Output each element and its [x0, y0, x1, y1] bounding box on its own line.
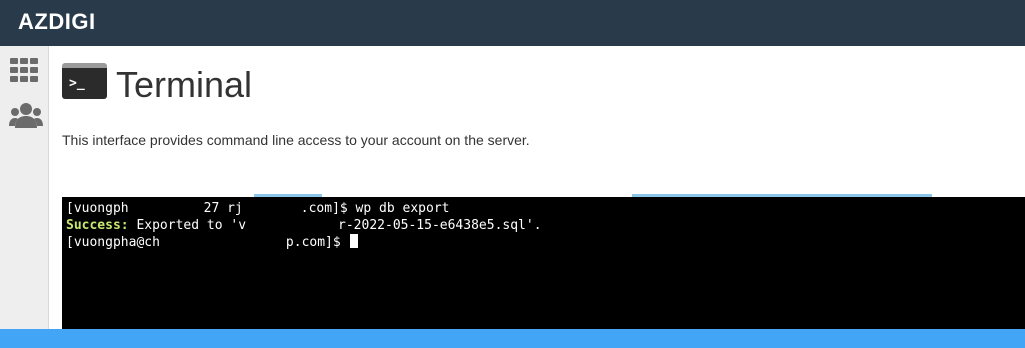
terminal-cursor — [349, 234, 358, 248]
output-text: Exported to 'v — [128, 218, 247, 233]
output-filename: r-2022-05-15-e6438e5.sql'. — [338, 218, 542, 233]
prompt-host: 27 rj — [203, 201, 243, 216]
prompt-user: [vuongph — [66, 201, 129, 216]
terminal-line: [vuongpha@ch p.com]$ — [66, 234, 1025, 251]
terminal-icon: >_ — [62, 63, 107, 99]
success-label: Success: — [66, 218, 129, 233]
top-bar: AZDIGI — [0, 0, 1025, 46]
page-description: This interface provides command line acc… — [62, 132, 530, 148]
prompt-suffix: p.com]$ — [285, 235, 349, 250]
sidebar — [0, 46, 49, 348]
users-icon[interactable] — [9, 102, 43, 133]
terminal-line: Success: Exported to 'v r-2022-05-15-e643… — [66, 217, 1025, 234]
bottom-bar — [0, 329, 1025, 348]
main-content: >_ Terminal This interface provides comm… — [49, 46, 1025, 348]
brand-logo[interactable]: AZDIGI — [18, 9, 96, 35]
terminal-window[interactable]: [vuongph 27 rj .com]$ wp db export Success… — [62, 197, 1025, 348]
command-text: .com]$ wp db export — [300, 201, 450, 216]
page-title: Terminal — [116, 64, 253, 105]
prompt-user: [vuongpha@ch — [66, 235, 160, 250]
apps-grid-icon[interactable] — [10, 58, 38, 87]
terminal-line: [vuongph 27 rj .com]$ wp db export — [66, 200, 1025, 217]
